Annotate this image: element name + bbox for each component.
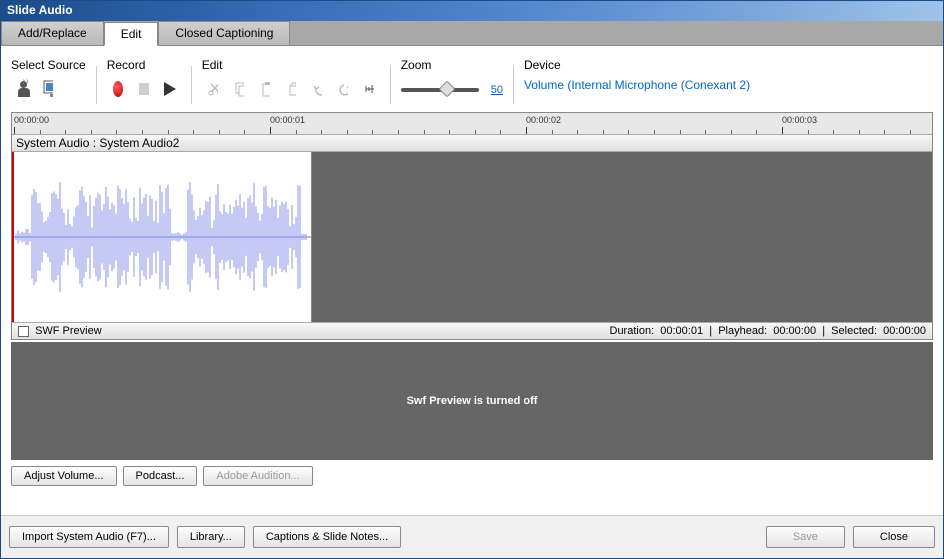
save-button: Save — [766, 526, 845, 548]
titlebar: Slide Audio — [1, 1, 943, 21]
system-audio-source-button[interactable] — [37, 78, 59, 100]
edit-label: Edit — [202, 58, 380, 78]
divider — [191, 66, 192, 104]
duration-label: Duration: — [610, 325, 655, 337]
group-device: Device Volume (Internal Microphone (Cone… — [524, 58, 750, 104]
narration-source-button[interactable]: ›› — [11, 78, 33, 100]
divider — [513, 66, 514, 104]
undo-icon — [312, 81, 322, 97]
import-system-audio-button[interactable]: Import System Audio (F7)... — [9, 526, 169, 548]
paste-icon — [260, 81, 270, 97]
zoom-thumb[interactable] — [438, 81, 455, 98]
ruler-tick: 00:00:02 — [526, 115, 561, 125]
ruler-tick: 00:00:01 — [270, 115, 305, 125]
swf-preview-message: Swf Preview is turned off — [407, 395, 538, 407]
record-icon — [113, 81, 123, 97]
zoom-label: Zoom — [401, 58, 503, 78]
swf-preview-panel: Swf Preview is turned off — [11, 342, 933, 460]
swf-preview-checkbox[interactable] — [18, 326, 29, 337]
group-edit: Edit — [202, 58, 380, 104]
playhead-label: Playhead: — [718, 325, 767, 337]
ruler-tick: 00:00:03 — [782, 115, 817, 125]
zoom-slider[interactable] — [401, 88, 479, 92]
cut-button[interactable] — [202, 78, 224, 100]
library-button[interactable]: Library... — [177, 526, 245, 548]
insert-silence-button[interactable] — [358, 78, 380, 100]
device-label: Device — [524, 58, 750, 78]
timeline: 00:00:00 00:00:01 00:00:02 00:00:03 Syst… — [11, 112, 933, 340]
tab-add-replace[interactable]: Add/Replace — [1, 21, 104, 45]
device-link[interactable]: Volume (Internal Microphone (Conexant 2) — [524, 78, 750, 92]
record-button[interactable] — [107, 78, 129, 100]
cut-icon — [208, 81, 218, 97]
selected-label: Selected: — [831, 325, 877, 337]
delete-button[interactable] — [280, 78, 302, 100]
divider — [390, 66, 391, 104]
group-select-source: Select Source ›› — [11, 58, 86, 104]
captions-notes-button[interactable]: Captions & Slide Notes... — [253, 526, 401, 548]
close-button[interactable]: Close — [853, 526, 935, 548]
trash-icon — [286, 81, 296, 97]
bottom-left: Import System Audio (F7)... Library... C… — [9, 526, 401, 548]
bottom-bar: Import System Audio (F7)... Library... C… — [1, 515, 943, 558]
ruler[interactable]: 00:00:00 00:00:01 00:00:02 00:00:03 — [12, 113, 932, 135]
waveform-overlay — [12, 152, 312, 322]
paste-button[interactable] — [254, 78, 276, 100]
status-metrics: Duration: 00:00:01 | Playhead: 00:00:00 … — [610, 325, 927, 337]
record-label: Record — [107, 58, 181, 78]
playhead-value: 00:00:00 — [773, 325, 816, 337]
ruler-tick: 00:00:00 — [14, 115, 49, 125]
stop-icon — [139, 83, 149, 95]
undo-button[interactable] — [306, 78, 328, 100]
copy-button[interactable] — [228, 78, 250, 100]
bottom-right: Save Close — [766, 526, 935, 548]
divider — [96, 66, 97, 104]
waveform[interactable] — [12, 152, 312, 322]
copy-icon — [234, 81, 244, 97]
tab-closed-captioning[interactable]: Closed Captioning — [158, 21, 290, 45]
play-icon — [164, 82, 176, 96]
swf-preview-toggle[interactable]: SWF Preview — [18, 325, 102, 337]
zoom-value[interactable]: 50 — [491, 84, 503, 96]
status-bar: SWF Preview Duration: 00:00:01 | Playhea… — [12, 322, 932, 339]
group-record: Record — [107, 58, 181, 104]
podcast-button[interactable]: Podcast... — [123, 466, 198, 486]
group-zoom: Zoom 50 — [401, 58, 503, 104]
duration-value: 00:00:01 — [660, 325, 703, 337]
track-header: System Audio : System Audio2 — [12, 135, 932, 152]
monitor-icon — [43, 80, 53, 98]
adobe-audition-button: Adobe Audition... — [203, 466, 312, 486]
silence-icon — [364, 81, 374, 97]
tab-bar: Add/Replace Edit Closed Captioning — [1, 21, 943, 46]
content-area: Select Source ›› Record — [1, 46, 943, 515]
adjust-volume-button[interactable]: Adjust Volume... — [11, 466, 117, 486]
redo-button[interactable] — [332, 78, 354, 100]
narration-icon: ›› — [17, 79, 27, 99]
play-button[interactable] — [159, 78, 181, 100]
selected-value: 00:00:00 — [883, 325, 926, 337]
select-source-label: Select Source — [11, 58, 86, 78]
slide-audio-dialog: Slide Audio Add/Replace Edit Closed Capt… — [0, 0, 944, 559]
tab-edit[interactable]: Edit — [104, 22, 159, 46]
track-body[interactable] — [12, 152, 932, 322]
redo-icon — [338, 81, 348, 97]
swf-preview-label: SWF Preview — [35, 325, 102, 337]
mid-button-row: Adjust Volume... Podcast... Adobe Auditi… — [11, 460, 933, 492]
toolbar: Select Source ›› Record — [11, 54, 933, 112]
stop-button[interactable] — [133, 78, 155, 100]
